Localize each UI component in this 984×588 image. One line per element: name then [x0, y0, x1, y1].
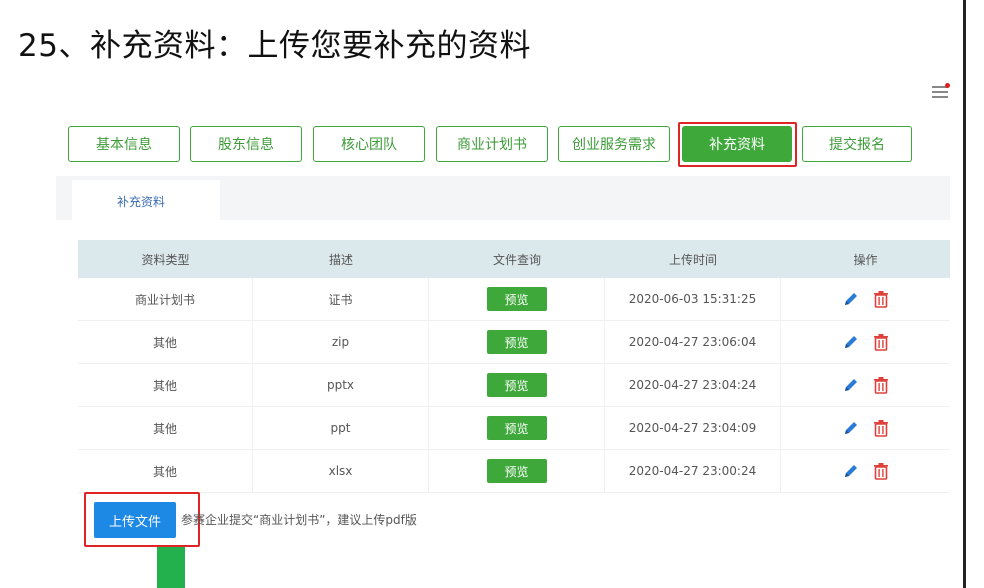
- subtab-supplementary[interactable]: 补充资料: [72, 180, 220, 222]
- trash-icon[interactable]: [872, 376, 890, 394]
- table-row: 其他 pptx 预览 2020-04-27 23:04:24: [78, 364, 950, 407]
- cell-file-query: 预览: [429, 321, 605, 363]
- tab-submit-registration[interactable]: 提交报名: [802, 126, 912, 162]
- cell-file-query: 预览: [429, 278, 605, 320]
- tab-core-team[interactable]: 核心团队: [313, 126, 425, 162]
- table-row: 其他 xlsx 预览 2020-04-27 23:00:24: [78, 450, 950, 493]
- cell-actions: [781, 364, 950, 406]
- preview-button[interactable]: 预览: [486, 287, 547, 311]
- header-file-query: 文件查询: [492, 252, 541, 267]
- cell-file-query: 预览: [429, 407, 605, 449]
- materials-table: 资料类型 描述 文件查询 上传时间 操作 商业计划书 证书 预览 2020-06-03…: [78, 240, 950, 493]
- cell-upload-time: 2020-04-27 23:00:24: [605, 450, 781, 492]
- step-tabs: 基本信息 股东信息 核心团队 商业计划书 创业服务需求 补充资料 提交报名: [68, 126, 948, 166]
- header-actions: 操作: [853, 252, 878, 267]
- cell-upload-time: 2020-04-27 23:04:24: [605, 364, 781, 406]
- table-body: 商业计划书 证书 预览 2020-06-03 15:31:25 其他 zip 预览 2020-…: [78, 278, 950, 493]
- tab-startup-service-needs[interactable]: 创业服务需求: [558, 126, 670, 162]
- cell-type: 其他: [78, 407, 253, 449]
- cell-actions: [781, 321, 950, 363]
- cell-type: 商业计划书: [78, 278, 253, 320]
- cell-actions: [781, 407, 950, 449]
- cell-description: pptx: [253, 364, 429, 406]
- cell-description: zip: [253, 321, 429, 363]
- header-type: 资料类型: [141, 252, 190, 267]
- pencil-icon[interactable]: [842, 462, 860, 480]
- preview-button[interactable]: 预览: [486, 459, 547, 483]
- pencil-icon[interactable]: [842, 290, 860, 308]
- cell-upload-time: 2020-06-03 15:31:25: [605, 278, 781, 320]
- pencil-icon[interactable]: [842, 376, 860, 394]
- trash-icon[interactable]: [872, 290, 890, 308]
- trash-icon[interactable]: [872, 333, 890, 351]
- window-edge: [963, 0, 966, 588]
- cell-upload-time: 2020-04-27 23:06:04: [605, 321, 781, 363]
- cell-description: xlsx: [253, 450, 429, 492]
- arrow-indicator: [157, 547, 185, 588]
- trash-icon[interactable]: [872, 419, 890, 437]
- cell-file-query: 预览: [429, 450, 605, 492]
- pencil-icon[interactable]: [842, 333, 860, 351]
- cell-description: 证书: [253, 278, 429, 320]
- cell-upload-time: 2020-04-27 23:04:09: [605, 407, 781, 449]
- cell-type: 其他: [78, 364, 253, 406]
- table-header: 资料类型 描述 文件查询 上传时间 操作: [78, 240, 950, 278]
- cell-description: ppt: [253, 407, 429, 449]
- cell-file-query: 预览: [429, 364, 605, 406]
- tab-business-plan[interactable]: 商业计划书: [436, 126, 548, 162]
- cell-actions: [781, 278, 950, 320]
- header-description: 描述: [328, 252, 353, 267]
- menu-icon[interactable]: [932, 83, 950, 98]
- table-row: 其他 zip 预览 2020-04-27 23:06:04: [78, 321, 950, 364]
- cell-type: 其他: [78, 450, 253, 492]
- cell-actions: [781, 450, 950, 492]
- table-row: 商业计划书 证书 预览 2020-06-03 15:31:25: [78, 278, 950, 321]
- trash-icon[interactable]: [872, 462, 890, 480]
- tab-shareholder-info[interactable]: 股东信息: [190, 126, 302, 162]
- tab-basic-info[interactable]: 基本信息: [68, 126, 180, 162]
- highlight-box-tab: [678, 122, 797, 167]
- table-row: 其他 ppt 预览 2020-04-27 23:04:09: [78, 407, 950, 450]
- preview-button[interactable]: 预览: [486, 416, 547, 440]
- preview-button[interactable]: 预览: [486, 373, 547, 397]
- preview-button[interactable]: 预览: [486, 330, 547, 354]
- page-heading: 25、补充资料：上传您要补充的资料: [18, 28, 531, 64]
- cell-type: 其他: [78, 321, 253, 363]
- pencil-icon[interactable]: [842, 419, 860, 437]
- header-upload-time: 上传时间: [668, 252, 717, 267]
- upload-hint: 参赛企业提交“商业计划书”，建议上传pdf版: [181, 513, 417, 527]
